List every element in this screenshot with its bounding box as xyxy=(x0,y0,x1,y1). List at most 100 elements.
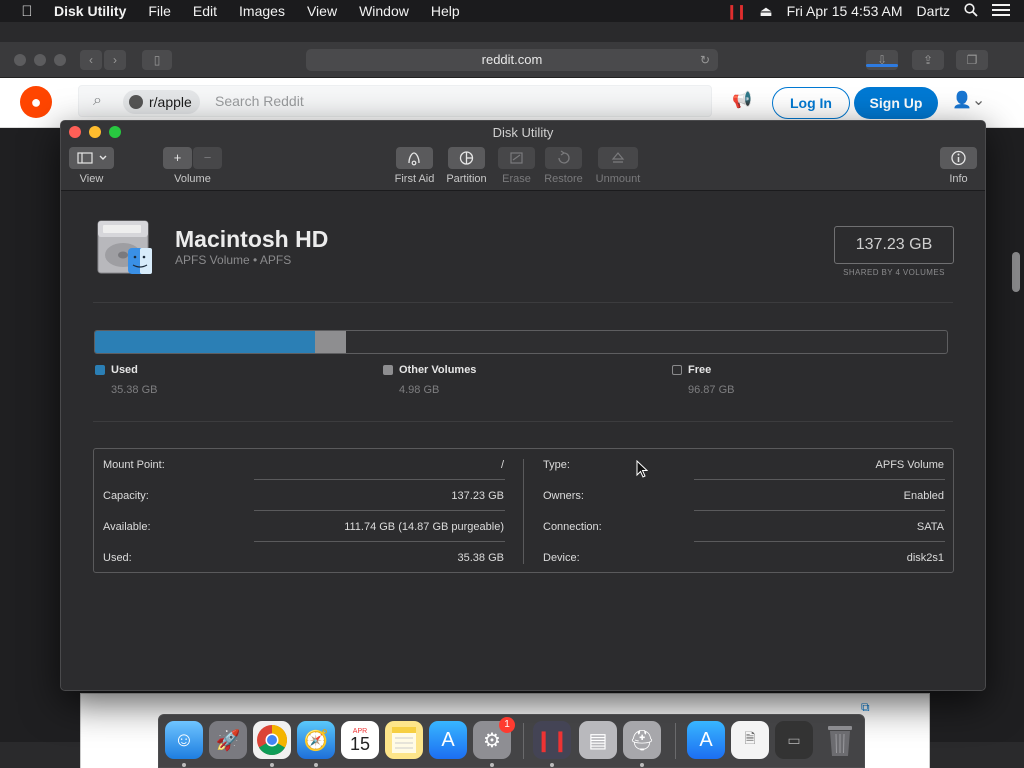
page-scrollbar[interactable] xyxy=(1012,252,1020,292)
disk-utility-titlebar: Disk Utility View + − Volume First Aid P… xyxy=(61,121,985,191)
info-value: 137.23 GB xyxy=(451,490,504,502)
erase-button[interactable] xyxy=(498,147,535,169)
forward-arrow-icon[interactable]: › xyxy=(104,50,126,70)
menu-clock[interactable]: Fri Apr 15 4:53 AM xyxy=(787,3,903,19)
screenshot-stack-icon[interactable]: ▭ xyxy=(775,721,813,759)
login-button[interactable]: Log In xyxy=(772,87,850,119)
menu-file[interactable]: File xyxy=(137,3,182,19)
view-label: View xyxy=(79,173,104,185)
restore-button[interactable] xyxy=(545,147,582,169)
sidebar-toggle-icon[interactable]: ▯ xyxy=(142,50,172,70)
volume-label: Volume xyxy=(174,173,211,185)
calendar-icon[interactable]: APR 15 xyxy=(341,721,379,759)
info-row: Device: disk2s1 xyxy=(534,542,944,573)
finder-icon[interactable]: ☺ xyxy=(165,721,203,759)
menu-view[interactable]: View xyxy=(296,3,348,19)
internal-hard-drive-icon xyxy=(97,217,155,275)
eject-icon[interactable]: ⏏ xyxy=(759,3,772,20)
address-bar[interactable]: reddit.com ↻ xyxy=(306,49,718,71)
trash-icon[interactable] xyxy=(821,721,859,759)
dock: ☺ 🚀 🧭 APR 15 A ⚙ 1 ❙❙ ▤ ⛑ A 🗎 ▭ xyxy=(158,714,865,768)
notes-icon[interactable] xyxy=(385,721,423,759)
search-placeholder: Search Reddit xyxy=(215,93,304,109)
usage-segment-other-volumes xyxy=(315,331,346,353)
control-center-icon[interactable] xyxy=(992,3,1010,20)
used-legend-value: 35.38 GB xyxy=(111,384,158,396)
menu-app-name[interactable]: Disk Utility xyxy=(54,3,137,19)
add-volume-button[interactable]: + xyxy=(163,147,192,169)
info-value: disk2s1 xyxy=(906,552,944,564)
info-label: Info xyxy=(949,173,968,185)
downloads-icon[interactable]: ⇩ xyxy=(866,50,898,70)
external-link-icon[interactable]: ⧉ xyxy=(861,700,870,715)
tabs-overview-icon[interactable]: ❐ xyxy=(956,50,988,70)
chrome-icon[interactable] xyxy=(253,721,291,759)
menu-window[interactable]: Window xyxy=(348,3,420,19)
partition-button[interactable] xyxy=(448,147,485,169)
reddit-search-input[interactable]: ⌕ r/apple Search Reddit xyxy=(78,85,712,117)
info-row: Mount Point: / xyxy=(94,449,505,480)
remove-volume-button[interactable]: − xyxy=(193,147,222,169)
signup-button[interactable]: Sign Up xyxy=(854,87,938,119)
share-icon[interactable]: ⇪ xyxy=(912,50,944,70)
info-button[interactable] xyxy=(940,147,977,169)
app-store-icon[interactable]: A xyxy=(429,721,467,759)
back-arrow-icon[interactable]: ‹ xyxy=(80,50,102,70)
reload-icon[interactable]: ↻ xyxy=(700,49,710,71)
volume-name: Macintosh HD xyxy=(175,226,329,252)
first-aid-button[interactable] xyxy=(396,147,433,169)
downloads-stack-icon[interactable]: 🗎 xyxy=(731,721,769,759)
safari-running-dot xyxy=(314,763,318,767)
mouse-pointer-icon xyxy=(636,459,649,478)
used-legend-label: Used xyxy=(111,364,138,376)
reddit-logo-icon[interactable]: ● xyxy=(20,86,52,118)
finder-running-dot xyxy=(182,763,186,767)
other-volumes-swatch xyxy=(383,365,393,375)
menu-help[interactable]: Help xyxy=(420,3,471,19)
info-key: Capacity: xyxy=(103,490,149,502)
advertise-megaphone-icon[interactable]: 📢 xyxy=(732,90,752,110)
safari-icon[interactable]: 🧭 xyxy=(297,721,335,759)
launchpad-icon[interactable]: 🚀 xyxy=(209,721,247,759)
community-avatar-icon xyxy=(129,95,143,109)
system-preferences-running-dot xyxy=(490,763,494,767)
address-bar-url: reddit.com xyxy=(481,52,543,67)
applications-folder-icon[interactable]: A xyxy=(687,721,725,759)
safari-toolbar: ‹ › ▯ reddit.com ↻ ⇩ ⇪ ❐ xyxy=(0,42,1024,78)
unmount-button[interactable] xyxy=(598,147,638,169)
system-preferences-icon[interactable]: ⚙ 1 xyxy=(473,717,515,759)
safari-close-button[interactable] xyxy=(14,54,26,66)
spotlight-search-icon[interactable] xyxy=(964,2,978,20)
safari-zoom-button[interactable] xyxy=(54,54,66,66)
info-key: Device: xyxy=(543,552,580,564)
search-icon: ⌕ xyxy=(93,92,102,109)
menu-images[interactable]: Images xyxy=(228,3,296,19)
disk-utility-window: Disk Utility View + − Volume First Aid P… xyxy=(60,120,986,691)
info-key: Available: xyxy=(103,521,151,533)
parallels-status-icon[interactable]: ❙❙ xyxy=(726,3,748,20)
info-value: APFS Volume xyxy=(875,459,944,471)
parallels-desktop-icon[interactable]: ❙❙ xyxy=(533,721,571,759)
other-volumes-legend-label: Other Volumes xyxy=(399,364,477,376)
apple-menu-icon[interactable]:  xyxy=(0,3,54,20)
disk-utility-dock-icon[interactable]: ⛑ xyxy=(623,721,661,759)
community-chip-label: r/apple xyxy=(149,94,192,110)
menu-edit[interactable]: Edit xyxy=(182,3,228,19)
used-swatch xyxy=(95,365,105,375)
header-divider xyxy=(93,302,953,303)
info-row: Owners: Enabled xyxy=(534,480,945,511)
info-row: Connection: SATA xyxy=(534,511,945,542)
shared-by-volumes: SHARED BY 4 VOLUMES xyxy=(843,268,945,277)
user-menu-icon[interactable]: 👤⌄ xyxy=(952,90,985,110)
free-legend-value: 96.87 GB xyxy=(688,384,735,396)
view-menu-button[interactable] xyxy=(69,147,114,169)
disk-utility-running-dot xyxy=(640,763,644,767)
chrome-running-dot xyxy=(270,763,274,767)
safari-minimize-button[interactable] xyxy=(34,54,46,66)
info-value: SATA xyxy=(916,521,944,533)
menu-user-name[interactable]: Dartz xyxy=(917,3,950,19)
restore-label: Restore xyxy=(544,173,583,185)
archive-utility-icon[interactable]: ▤ xyxy=(579,721,617,759)
community-chip[interactable]: r/apple xyxy=(123,90,200,114)
info-key: Used: xyxy=(103,552,132,564)
